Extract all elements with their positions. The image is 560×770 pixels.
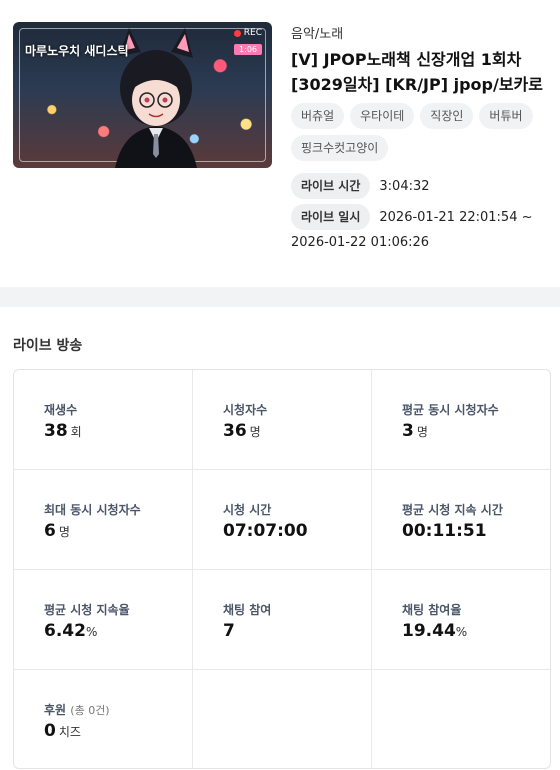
stat-unit: %	[455, 625, 468, 639]
stat-unit: %	[85, 625, 98, 639]
stat-chat-participation-rate: 채팅 참여율 19.44%	[372, 570, 550, 670]
stat-label-text: 후원	[44, 703, 67, 717]
live-stats-section: 라이브 방송 재생수 38 회 시청자수 36 명 평균 동시 시청자수 3명 최대…	[0, 307, 560, 770]
stat-value: 07:07:00	[223, 521, 308, 541]
stat-label: 후원 (총 0건)	[44, 701, 110, 718]
stat-value: 3명	[402, 421, 428, 441]
stat-viewers: 시청자수 36 명	[193, 370, 372, 470]
stat-donation: 후원 (총 0건) 0 치즈	[14, 670, 193, 768]
stat-value: 19.44%	[402, 621, 467, 641]
stat-unit: 회	[70, 425, 82, 439]
stat-number: 0	[44, 721, 56, 741]
stat-number: 6	[44, 521, 56, 541]
stat-label: 재생수	[44, 403, 78, 417]
stat-number: 7	[223, 621, 235, 641]
tag-chip[interactable]: 우타이테	[350, 103, 415, 129]
stat-label: 평균 시청 지속 시간	[402, 503, 503, 517]
stat-label: 채팅 참여율	[402, 603, 462, 617]
video-thumbnail[interactable]: 마루노우치 새디스틱 REC 1:06	[13, 22, 272, 168]
stat-label: 시청 시간	[223, 503, 272, 517]
tag-chip[interactable]: 버튜버	[479, 103, 533, 129]
stats-grid: 재생수 38 회 시청자수 36 명 평균 동시 시청자수 3명 최대 동시 시청자…	[13, 369, 551, 769]
stat-avg-retention-rate: 평균 시청 지속율 6.42%	[14, 570, 193, 670]
stat-label: 평균 시청 지속율	[44, 603, 130, 617]
stat-avg-concurrent: 평균 동시 시청자수 3명	[372, 370, 550, 470]
rec-dot-icon	[233, 29, 241, 37]
stat-avg-watch-duration: 평균 시청 지속 시간 00:11:51	[372, 470, 550, 570]
live-date-label: 라이브 일시	[291, 204, 371, 230]
stat-value: 7	[223, 621, 235, 641]
stat-label: 최대 동시 시청자수	[44, 503, 141, 517]
live-time-row: 라이브 시간 3:04:32	[291, 173, 430, 199]
live-date-row: 라이브 일시 2026-01-21 22:01:54 ~	[291, 204, 532, 230]
stat-unit: 명	[58, 525, 70, 539]
video-category: 음악/노래	[291, 27, 344, 42]
stat-play-count: 재생수 38 회	[14, 370, 193, 470]
tag-chip[interactable]: 버츄얼	[291, 103, 345, 129]
live-time-value: 3:04:32	[379, 178, 430, 194]
stat-value: 0 치즈	[44, 721, 81, 741]
video-title[interactable]: [V] JPOP노래책 신장개업 1회차 [3029일차] [KR/JP] jp…	[291, 47, 546, 97]
tag-list: 버츄얼 우타이테 직장인 버튜버 핑크수컷고양이	[291, 103, 551, 161]
stat-unit: 명	[416, 425, 428, 439]
stat-unit: 치즈	[58, 725, 81, 739]
stat-unit: 명	[249, 425, 261, 439]
stat-value: 6명	[44, 521, 70, 541]
stat-label: 평균 동시 시청자수	[402, 403, 499, 417]
stat-value: 6.42%	[44, 621, 97, 641]
stat-value: 36 명	[223, 421, 261, 441]
thumbnail-time-badge: 1:06	[234, 44, 262, 55]
stat-number: 36	[223, 421, 247, 441]
section-title: 라이브 방송	[13, 338, 83, 354]
rec-indicator: REC	[233, 28, 262, 38]
live-date-end: 2026-01-22 01:06:26	[291, 235, 430, 250]
tag-chip[interactable]: 직장인	[420, 103, 474, 129]
live-date-start: 2026-01-21 22:01:54 ~	[379, 209, 533, 225]
stat-chat-participation: 채팅 참여 7	[193, 570, 372, 670]
stat-label-sub: (총 0건)	[70, 704, 110, 717]
stat-watch-time: 시청 시간 07:07:00	[193, 470, 372, 570]
stat-label: 채팅 참여	[223, 603, 272, 617]
stat-number: 38	[44, 421, 68, 441]
rec-label: REC	[243, 28, 262, 38]
video-info-card: 마루노우치 새디스틱 REC 1:06 음악/노래 [V] JPOP노래책 신장…	[0, 0, 560, 287]
stat-number: 00:11:51	[402, 521, 487, 541]
stat-max-concurrent: 최대 동시 시청자수 6명	[14, 470, 193, 570]
stat-value: 00:11:51	[402, 521, 487, 541]
stat-number: 07:07:00	[223, 521, 308, 541]
live-time-label: 라이브 시간	[291, 173, 371, 199]
tag-chip[interactable]: 핑크수컷고양이	[291, 135, 389, 161]
thumbnail-title-overlay: 마루노우치 새디스틱	[25, 44, 129, 58]
stat-value: 38 회	[44, 421, 82, 441]
stat-number: 19.44	[402, 621, 456, 641]
stat-label: 시청자수	[223, 403, 268, 417]
stat-number: 3	[402, 421, 414, 441]
stat-number: 6.42	[44, 621, 86, 641]
stat-empty-cell	[193, 670, 372, 768]
